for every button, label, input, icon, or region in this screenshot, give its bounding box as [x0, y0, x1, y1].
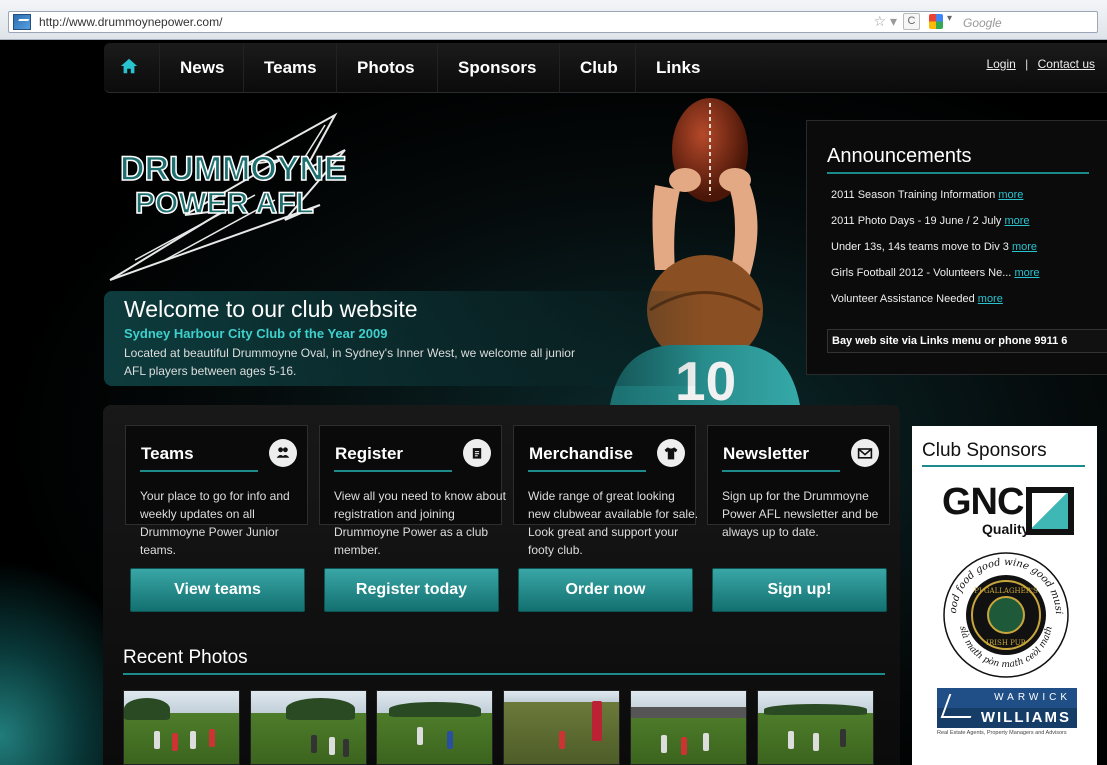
nav-club[interactable]: Club: [559, 43, 638, 93]
chevron-down-icon: ▾: [947, 13, 953, 24]
site-favicon-icon: [13, 14, 31, 30]
sponsors-divider: [922, 465, 1085, 467]
account-links: Login | Contact us: [986, 57, 1095, 71]
register-today-button[interactable]: Register today: [324, 568, 499, 612]
bookmark-star-icon[interactable]: ☆ ▾: [874, 13, 897, 30]
announcement-text: 2011 Season Training Information: [831, 189, 996, 201]
order-now-button[interactable]: Order now: [518, 568, 693, 612]
recent-photos-divider: [123, 673, 885, 675]
main-nav: News Teams Photos Sponsors Club Links Lo…: [104, 43, 1107, 93]
logo-line1: DRUMMOYNE: [120, 150, 347, 188]
browser-toolbar: http://www.drummoynepower.com/ ☆ ▾ C ▾ G…: [0, 0, 1107, 40]
announcement-text: Girls Football 2012 - Volunteers Ne...: [831, 267, 1012, 279]
contact-link[interactable]: Contact us: [1038, 57, 1095, 71]
warwick-williams-logo[interactable]: WARWICK WILLIAMS Real Estate Agents, Pro…: [937, 688, 1077, 736]
card-title: Teams: [141, 444, 194, 463]
card-teams: Teams Your place to go for info and week…: [125, 425, 308, 557]
home-icon[interactable]: [120, 57, 142, 79]
card-divider: [722, 470, 840, 472]
search-input[interactable]: Google: [963, 16, 1002, 30]
recent-photos-title: Recent Photos: [123, 647, 248, 668]
view-teams-button[interactable]: View teams: [130, 568, 305, 612]
welcome-title: Welcome to our club website: [124, 296, 418, 322]
announcements-panel: Announcements 2011 Season Training Infor…: [806, 120, 1107, 375]
announcement-text: Volunteer Assistance Needed: [831, 293, 975, 305]
card-divider: [528, 470, 646, 472]
news-ticker[interactable]: Bay web site via Links menu or phone 991…: [827, 329, 1107, 353]
sign-up-button[interactable]: Sign up!: [712, 568, 887, 612]
announcement-item: 2011 Photo Days - 19 June / 2 July more: [831, 215, 1101, 241]
announcements-list: 2011 Season Training Information more 20…: [831, 189, 1101, 319]
announcement-more-link[interactable]: more: [978, 293, 1003, 305]
card-description: Sign up for the Drummoyne Power AFL news…: [722, 489, 879, 539]
address-url[interactable]: http://www.drummoynepower.com/: [39, 15, 222, 29]
web-page: News Teams Photos Sponsors Club Links Lo…: [0, 40, 1107, 765]
separator: |: [1025, 57, 1029, 71]
sponsors-panel: Club Sponsors GNC Quality good food good…: [912, 426, 1097, 765]
announcements-divider: [827, 172, 1089, 174]
announcement-text: Under 13s, 14s teams move to Div 3: [831, 241, 1009, 253]
welcome-text: Located at beautiful Drummoyne Oval, in …: [124, 346, 575, 378]
gnc-sponsor-logo[interactable]: GNC Quality: [942, 481, 1082, 541]
announcement-more-link[interactable]: more: [1004, 215, 1029, 227]
nav-photos[interactable]: Photos: [336, 43, 435, 93]
announcement-item: Girls Football 2012 - Volunteers Ne... m…: [831, 267, 1101, 293]
card-description: View all you need to know about registra…: [334, 489, 506, 557]
gnc-text: GNC: [942, 481, 1024, 523]
photo-thumbnail[interactable]: [630, 690, 747, 765]
nav-sponsors[interactable]: Sponsors: [437, 43, 556, 93]
photo-thumbnail[interactable]: [757, 690, 874, 765]
card-divider: [334, 470, 452, 472]
announcements-title: Announcements: [827, 145, 972, 167]
announcement-item: Under 13s, 14s teams move to Div 3 more: [831, 241, 1101, 267]
card-divider: [140, 470, 258, 472]
search-engine-selector[interactable]: ▾: [927, 13, 967, 31]
shirt-icon: [657, 439, 685, 467]
sponsors-title: Club Sponsors: [922, 440, 1047, 461]
clipboard-icon: [463, 439, 491, 467]
welcome-subtitle: Sydney Harbour City Club of the Year 200…: [124, 326, 388, 341]
announcement-text: 2011 Photo Days - 19 June / 2 July: [831, 215, 1002, 227]
address-bar[interactable]: http://www.drummoynepower.com/ ☆ ▾ C ▾: [8, 11, 1098, 33]
nav-teams[interactable]: Teams: [243, 43, 337, 93]
pub-subtext: IRISH PUB: [986, 639, 1026, 647]
pub-name: PJ GALLAGHER'S: [974, 587, 1038, 595]
card-register: Register View all you need to know about…: [319, 425, 506, 557]
announcement-item: Volunteer Assistance Needed more: [831, 293, 1101, 319]
card-merchandise: Merchandise Wide range of great looking …: [513, 425, 698, 557]
card-description: Your place to go for info and weekly upd…: [140, 489, 290, 557]
card-title: Register: [335, 444, 404, 463]
club-logo[interactable]: DRUMMOYNE POWER AFL: [105, 110, 365, 285]
photo-thumbnail[interactable]: [123, 690, 240, 765]
main-content: Teams Your place to go for info and week…: [103, 405, 900, 765]
gallaghers-pub-logo[interactable]: good food good wine good music slà math …: [942, 551, 1070, 679]
announcement-item: 2011 Season Training Information more: [831, 189, 1101, 215]
gnc-subtext: Quality: [982, 521, 1030, 537]
photo-thumbnail[interactable]: [503, 690, 620, 765]
card-title: Merchandise: [529, 444, 633, 463]
refresh-icon[interactable]: C: [903, 13, 920, 30]
login-link[interactable]: Login: [986, 57, 1015, 71]
nav-links[interactable]: Links: [635, 43, 720, 93]
card-newsletter: Newsletter Sign up for the Drummoyne Pow…: [707, 425, 890, 539]
card-title: Newsletter: [723, 444, 809, 463]
welcome-panel: Welcome to our club website Sydney Harbo…: [104, 291, 704, 386]
photo-thumbnail[interactable]: [250, 690, 367, 765]
envelope-icon: [851, 439, 879, 467]
announcement-more-link[interactable]: more: [1014, 267, 1039, 279]
photo-thumbnail[interactable]: [376, 690, 493, 765]
logo-line2: POWER AFL: [135, 187, 314, 220]
announcement-more-link[interactable]: more: [1012, 241, 1037, 253]
google-logo-icon: [929, 14, 943, 29]
ww-tagline: Real Estate Agents, Property Managers an…: [937, 730, 1067, 736]
nav-news[interactable]: News: [159, 43, 244, 93]
gnc-mark-icon: [1026, 487, 1074, 535]
card-description: Wide range of great looking new clubwear…: [528, 489, 699, 557]
announcement-more-link[interactable]: more: [998, 189, 1023, 201]
people-icon: [269, 439, 297, 467]
